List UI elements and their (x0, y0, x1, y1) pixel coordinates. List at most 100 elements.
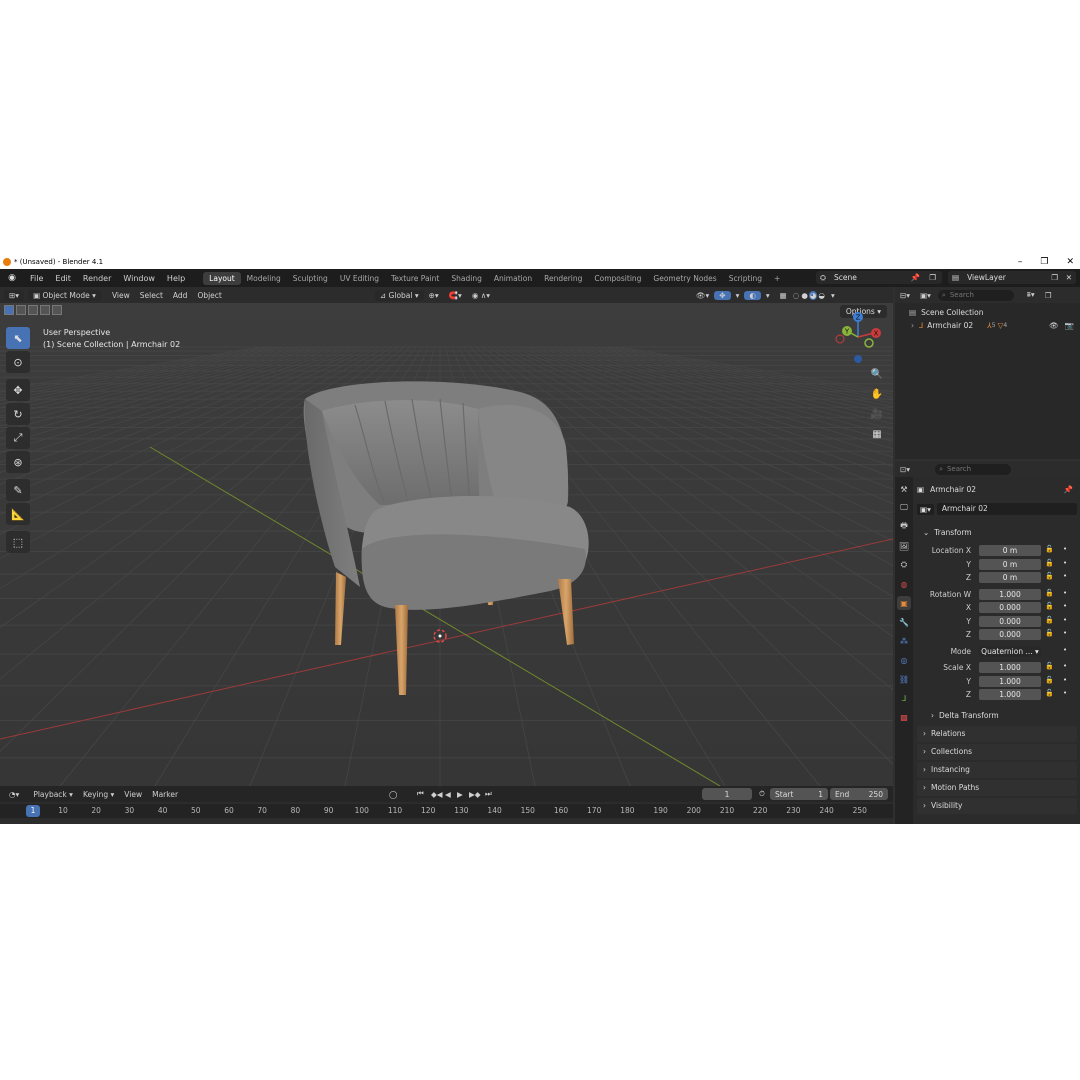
remove-view-layer-icon[interactable]: ✕ (1066, 273, 1072, 282)
properties-editor-type-icon[interactable]: ⊡▾ (895, 465, 915, 474)
gizmo-neg-y-icon[interactable] (864, 338, 874, 348)
lock-icon[interactable]: 🔓 (1045, 662, 1054, 670)
outliner-search-input[interactable]: ⌕ Search (937, 289, 1014, 301)
select-invert-icon[interactable] (40, 305, 50, 315)
keyframe-dot-icon[interactable]: • (1063, 689, 1067, 697)
keyframe-dot-icon[interactable]: • (1063, 616, 1067, 624)
scale-x-field[interactable]: 1.000 (979, 662, 1041, 673)
jump-end-icon[interactable]: ⏭ (480, 789, 497, 799)
shading-dropdown-icon[interactable]: ▾ (826, 291, 840, 300)
add-workspace-button[interactable]: + (768, 272, 786, 285)
minimize-button[interactable]: – (1018, 257, 1023, 267)
menu-marker[interactable]: Marker (147, 790, 183, 799)
3d-viewport[interactable]: ⊞▾ ▣ Object Mode ▾ View Select Add Objec… (0, 287, 893, 786)
cursor-tool-icon[interactable]: ⊙ (6, 351, 30, 373)
lock-icon[interactable]: 🔓 (1045, 559, 1054, 567)
location-z-field[interactable]: 0 m (979, 572, 1041, 583)
select-extend-icon[interactable] (16, 305, 26, 315)
close-button[interactable]: ✕ (1066, 257, 1074, 267)
constraints-tab-icon[interactable]: ⛓ (897, 672, 911, 686)
outliner-editor-type-icon[interactable]: ⊟▾ (895, 291, 915, 300)
data-tab-icon[interactable]: ⅃ (897, 691, 911, 705)
preview-range-icon[interactable]: ⏱ (754, 789, 770, 799)
menu-help[interactable]: Help (161, 274, 191, 283)
keyframe-dot-icon[interactable]: • (1063, 589, 1067, 597)
lock-icon[interactable]: 🔓 (1045, 589, 1054, 597)
current-frame-marker[interactable]: 1 (26, 805, 40, 817)
tab-modeling[interactable]: Modeling (241, 272, 287, 285)
location-y-field[interactable]: 0 m (979, 558, 1041, 570)
menu-add[interactable]: Add (168, 291, 193, 300)
menu-file[interactable]: File (24, 274, 49, 283)
gizmo-neg-z-icon[interactable] (854, 355, 862, 363)
rotation-y-field[interactable]: 0.000 (979, 615, 1041, 627)
output-tab-icon[interactable]: 🖶 (897, 520, 911, 534)
pin-properties-icon[interactable]: 📌 (1064, 485, 1073, 494)
timeline-ruler[interactable]: 1 10 20 30 40 50 60 70 80 90 100 110 120 130 140 150 160… (0, 804, 893, 818)
lock-icon[interactable]: 🔓 (1045, 616, 1054, 624)
overlay-dropdown-icon[interactable]: ▾ (761, 291, 775, 300)
measure-tool-icon[interactable]: 📐 (6, 503, 30, 525)
tab-scripting[interactable]: Scripting (723, 272, 768, 285)
keyframe-dot-icon[interactable]: • (1063, 559, 1067, 567)
location-x-field[interactable]: 0 m (979, 545, 1041, 556)
shading-rendered-icon[interactable]: ◒ (817, 291, 826, 300)
proportional-edit-icon[interactable]: ◉ ∧▾ (467, 291, 495, 300)
modifier-tab-icon[interactable]: 🔧 (897, 615, 911, 629)
shading-material-icon[interactable]: ◕ (808, 290, 818, 300)
snap-icon[interactable]: 🧲▾ (444, 291, 467, 300)
particles-tab-icon[interactable]: ⁂ (897, 634, 911, 648)
outliner[interactable]: ⊟▾ ▣▾ ⌕ Search ⩩▾ ❐ ▤ Scene Collection ›… (895, 287, 1080, 459)
tab-texture-paint[interactable]: Texture Paint (385, 272, 445, 285)
transform-panel-header[interactable]: ⌄ Transform (917, 524, 1077, 540)
properties-editor[interactable]: ⊡▾ ⌕ Search ⚒ 🖵 🖶 🖼 ⛭ ◍ ▣ 🔧 ⁂ ◎ ⛓ ⅃ ▩ ▣ … (895, 461, 1080, 824)
scale-y-field[interactable]: 1.000 (979, 675, 1041, 687)
menu-window[interactable]: Window (117, 274, 161, 283)
new-scene-icon[interactable]: ❐ (929, 273, 936, 282)
select-intersect-icon[interactable] (52, 305, 62, 315)
shading-solid-icon[interactable]: ● (800, 291, 809, 300)
scale-tool-icon[interactable]: ⤢ (6, 427, 30, 449)
tab-uv-editing[interactable]: UV Editing (334, 272, 385, 285)
relations-panel[interactable]: › Relations (917, 725, 1077, 742)
select-new-icon[interactable] (4, 305, 14, 315)
view-layer-selector[interactable]: ▤ ViewLayer ❐ ✕ (948, 271, 1076, 284)
instancing-panel[interactable]: › Instancing (917, 761, 1077, 778)
object-tab-icon[interactable]: ▣ (897, 596, 911, 610)
xray-icon[interactable]: ▦ (775, 291, 792, 300)
lock-icon[interactable]: 🔓 (1045, 689, 1054, 697)
texture-tab-icon[interactable]: ▩ (897, 710, 911, 724)
new-view-layer-icon[interactable]: ❐ (1051, 273, 1058, 282)
keyframe-dot-icon[interactable]: • (1063, 662, 1067, 670)
keyframe-dot-icon[interactable]: • (1063, 629, 1067, 637)
current-frame-field[interactable]: 1 (702, 788, 752, 800)
transform-tool-icon[interactable]: ⊛ (6, 451, 30, 473)
menu-keying[interactable]: Keying ▾ (78, 790, 119, 799)
select-subtract-icon[interactable] (28, 305, 38, 315)
lock-icon[interactable]: 🔓 (1045, 629, 1054, 637)
lock-icon[interactable]: 🔓 (1045, 676, 1054, 684)
tab-rendering[interactable]: Rendering (538, 272, 588, 285)
pivot-icon[interactable]: ⊕▾ (424, 291, 444, 300)
navigation-gizmo[interactable]: Z X Y (830, 309, 886, 365)
restore-button[interactable]: ❐ (1040, 257, 1048, 267)
render-tab-icon[interactable]: 🖵 (897, 501, 911, 515)
lock-icon[interactable]: 🔓 (1045, 602, 1054, 610)
display-mode-icon[interactable]: ▣▾ (915, 291, 936, 300)
shading-wireframe-icon[interactable]: ◌ (792, 291, 801, 300)
menu-select[interactable]: Select (135, 291, 168, 300)
select-box-tool-icon[interactable]: ⬉ (6, 327, 30, 349)
rotation-mode-dropdown[interactable]: Quaternion ... ▾ (979, 645, 1041, 657)
keyframe-dot-icon[interactable]: • (1063, 602, 1067, 610)
rotation-w-field[interactable]: 1.000 (979, 588, 1041, 600)
world-tab-icon[interactable]: ◍ (897, 577, 911, 591)
keyframe-dot-icon[interactable]: • (1063, 572, 1067, 580)
lock-icon[interactable]: 🔓 (1045, 545, 1054, 553)
keyframe-dot-icon[interactable]: • (1063, 646, 1067, 654)
tab-geometry-nodes[interactable]: Geometry Nodes (647, 272, 722, 285)
scene-selector[interactable]: ⛭ Scene 📌 ❐ (816, 271, 942, 284)
render-camera-icon[interactable]: 📷 (1065, 321, 1074, 330)
menu-render[interactable]: Render (77, 274, 117, 283)
delta-transform-panel[interactable]: › Delta Transform (917, 707, 1077, 724)
new-collection-icon[interactable]: ❐ (1040, 291, 1057, 300)
